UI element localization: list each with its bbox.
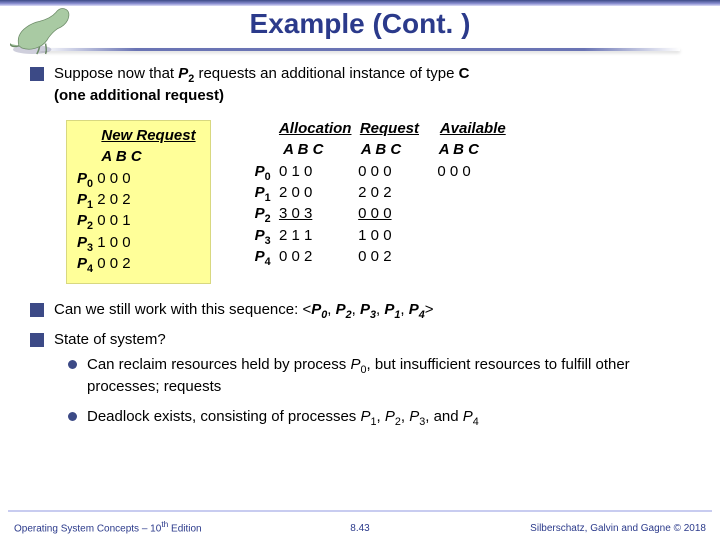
tables-row: P0 New Request P0 A B C P0 0 0 0 P1 2 0 … xyxy=(66,120,690,284)
intro-prefix: Suppose now that xyxy=(54,65,178,82)
request-header: A B C xyxy=(361,141,401,158)
available-title: Available xyxy=(440,120,506,137)
intro-type: C xyxy=(459,65,470,82)
intro-line2: (one additional request) xyxy=(54,87,224,104)
subbullet-reclaim: Can reclaim resources held by process P0… xyxy=(68,355,690,397)
dot-bullet-icon xyxy=(68,360,77,369)
alloc-header: A B C xyxy=(283,141,323,158)
request-title: Request xyxy=(360,120,419,137)
intro-mid: requests an additional instance of type xyxy=(194,65,458,82)
subbullet-deadlock: Deadlock exists, consisting of processes… xyxy=(68,407,690,429)
footer-right: Silberschatz, Galvin and Gagne © 2018 xyxy=(530,523,706,534)
table-row: P4 0 0 2 xyxy=(77,255,196,276)
footer-line xyxy=(8,510,712,512)
table-row: P1 2 0 2 xyxy=(77,191,196,212)
table-row: P3 2 1 1 1 0 0 xyxy=(255,227,506,248)
new-request-title: New Request xyxy=(101,127,195,144)
square-bullet-icon xyxy=(30,67,44,81)
new-request-header: A B C xyxy=(101,148,141,165)
new-request-table: P0 New Request P0 A B C P0 0 0 0 P1 2 0 … xyxy=(66,120,211,284)
state-tables: P0 Allocation Request Available P0 A B C… xyxy=(255,120,506,284)
square-bullet-icon xyxy=(30,303,44,317)
sequence-text: Can we still work with this sequence: <P… xyxy=(54,300,690,322)
dot-bullet-icon xyxy=(68,412,77,421)
square-bullet-icon xyxy=(30,333,44,347)
sublist: Can reclaim resources held by process P0… xyxy=(68,355,690,429)
table-row: P0 0 0 0 xyxy=(77,170,196,191)
q1-prefix: Can we still work with this sequence: < xyxy=(54,301,311,318)
state-question: State of system? xyxy=(54,330,690,350)
bullet-intro: Suppose now that P2 requests an addition… xyxy=(30,64,690,106)
table-row: P4 0 0 2 0 0 2 xyxy=(255,248,506,269)
allocation-title: Allocation xyxy=(279,120,352,137)
intro-proc: P xyxy=(178,65,188,82)
table-row: P0 0 1 0 0 0 0 0 0 0 xyxy=(255,163,506,184)
page-title: Example (Cont. ) xyxy=(0,8,720,40)
top-gradient xyxy=(0,0,720,6)
slide: Example (Cont. ) Suppose now that P2 req… xyxy=(0,0,720,540)
intro-text: Suppose now that P2 requests an addition… xyxy=(54,64,690,106)
footer: Operating System Concepts – 10th Edition… xyxy=(0,516,720,534)
q1-suffix: > xyxy=(425,301,434,318)
table-row: P2 0 0 1 xyxy=(77,212,196,233)
bullet-state: State of system? xyxy=(30,330,690,350)
sub2-text: Deadlock exists, consisting of processes… xyxy=(87,407,690,429)
table-row: P1 2 0 0 2 0 2 xyxy=(255,184,506,205)
body: Suppose now that P2 requests an addition… xyxy=(30,64,690,504)
sub1-text: Can reclaim resources held by process P0… xyxy=(87,355,690,397)
table-row: P2 3 0 3 0 0 0 xyxy=(255,205,506,226)
table-row: P3 1 0 0 xyxy=(77,234,196,255)
available-header: A B C xyxy=(439,141,479,158)
title-underline xyxy=(40,48,680,51)
bullet-sequence: Can we still work with this sequence: <P… xyxy=(30,300,690,322)
